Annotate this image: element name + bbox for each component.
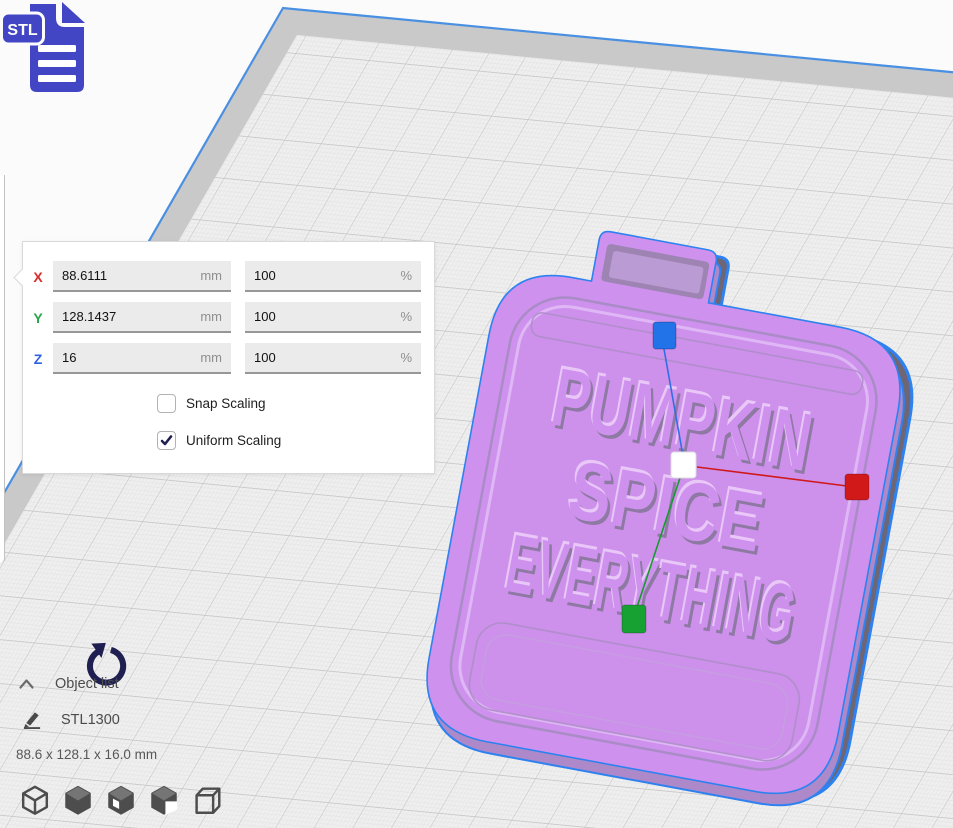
stl-file-icon: STL — [0, 0, 92, 100]
uniform-scaling-label: Uniform Scaling — [186, 433, 281, 448]
uniform-scaling-checkbox-row[interactable]: Uniform Scaling — [157, 431, 281, 450]
chevron-up-icon — [18, 678, 35, 690]
model-dimensions-readout: 88.6 x 128.1 x 16.0 mm — [16, 747, 157, 762]
z-percent-input[interactable]: 100 % — [245, 343, 421, 374]
y-axis-label: Y — [23, 310, 53, 326]
solid-mesh-icon[interactable] — [61, 783, 95, 817]
y-size-value: 128.1437 — [62, 309, 116, 324]
z-percent-value: 100 — [254, 350, 276, 365]
mm-unit-label: mm — [200, 309, 222, 324]
document-line — [38, 45, 76, 52]
cutting-mesh-icon[interactable] — [147, 783, 181, 817]
document-fold-corner — [62, 2, 85, 23]
left-toolbar-edge — [0, 175, 5, 563]
mesh-type-toolbar — [18, 783, 224, 817]
y-size-input[interactable]: 128.1437 mm — [53, 302, 231, 333]
percent-unit-label: % — [400, 309, 412, 324]
object-name: STL1300 — [61, 712, 120, 728]
x-percent-input[interactable]: 100 % — [245, 261, 421, 292]
y-percent-input[interactable]: 100 % — [245, 302, 421, 333]
snap-scaling-checkbox[interactable] — [157, 394, 176, 413]
document-line — [38, 75, 76, 82]
percent-unit-label: % — [400, 268, 412, 283]
mm-unit-label: mm — [200, 350, 222, 365]
z-axis-label: Z — [23, 351, 53, 367]
snap-scaling-label: Snap Scaling — [186, 396, 266, 411]
normal-mesh-icon[interactable] — [18, 783, 52, 817]
x-scale-handle[interactable] — [845, 474, 869, 500]
stl-badge-label: STL — [7, 22, 37, 39]
x-axis-label: X — [23, 269, 53, 285]
object-list-title: Object list — [55, 676, 119, 692]
pencil-edit-icon — [22, 710, 43, 729]
uniform-scaling-checkbox[interactable] — [157, 431, 176, 450]
object-list-header[interactable]: Object list — [18, 676, 119, 692]
center-scale-handle[interactable] — [671, 452, 696, 478]
x-size-input[interactable]: 88.6111 mm — [53, 261, 231, 292]
x-percent-value: 100 — [254, 268, 276, 283]
infill-mesh-icon[interactable] — [104, 783, 138, 817]
scale-tool-panel: X 88.6111 mm 100 % Y 128.1437 mm 100 % Z — [22, 241, 435, 474]
y-percent-value: 100 — [254, 309, 276, 324]
document-line — [38, 60, 76, 67]
z-size-input[interactable]: 16 mm — [53, 343, 231, 374]
object-list-item[interactable]: STL1300 — [22, 710, 120, 729]
y-scale-handle[interactable] — [622, 605, 646, 633]
z-scale-handle[interactable] — [653, 322, 676, 349]
z-size-value: 16 — [62, 350, 76, 365]
percent-unit-label: % — [400, 350, 412, 365]
anti-overhang-mesh-icon[interactable] — [190, 783, 224, 817]
x-size-value: 88.6111 — [62, 268, 107, 283]
snap-scaling-checkbox-row[interactable]: Snap Scaling — [157, 394, 266, 413]
checkmark-icon — [160, 434, 173, 447]
cura-window: PUMPKIN PUMPKIN PUMPKIN SPICE SPICE SPIC… — [0, 0, 953, 828]
mm-unit-label: mm — [200, 268, 222, 283]
